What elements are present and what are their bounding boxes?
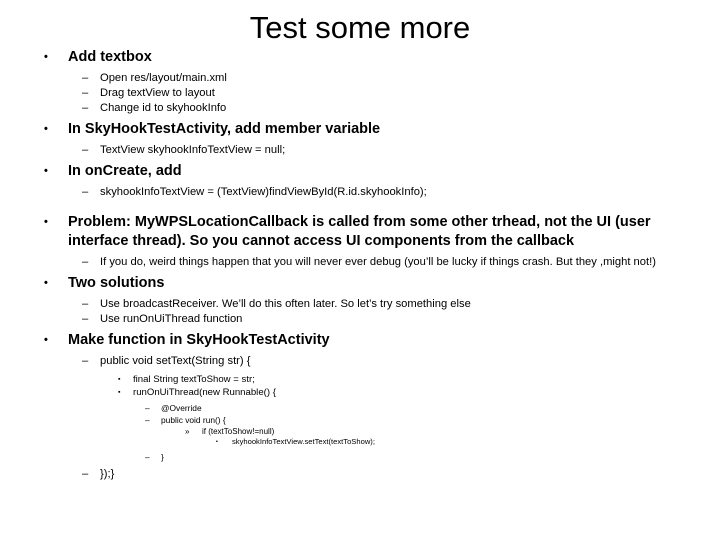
- bullet-level1: • Add textbox: [0, 48, 720, 67]
- bullet-marker-level1: •: [44, 277, 48, 289]
- bullet-marker-level2: –: [82, 355, 89, 367]
- bullet-marker-level1: •: [44, 334, 48, 346]
- bullet-level4: – }: [0, 452, 720, 464]
- bullet-marker-level1: •: [44, 165, 48, 177]
- bullet-level2: – });}: [0, 467, 720, 482]
- bullet-text: Add textbox: [68, 49, 152, 65]
- bullet-text: Change id to skyhookInfo: [100, 102, 227, 114]
- bullet-text: If you do, weird things happen that you …: [100, 256, 656, 268]
- bullet-marker-level2: –: [82, 298, 89, 310]
- bullet-level2: – Use runOnUiThread function: [0, 312, 720, 327]
- bullet-marker-level4: –: [145, 414, 150, 425]
- bullet-level2: – skyhookInfoTextView = (TextView)findVi…: [0, 185, 720, 200]
- bullet-level2: – If you do, weird things happen that yo…: [0, 255, 720, 270]
- bullet-level2: – TextView skyhookInfoTextView = null;: [0, 143, 720, 158]
- bullet-text: public void setText(String str) {: [100, 355, 251, 367]
- bullet-marker-level2: –: [82, 256, 89, 268]
- bullet-marker-level2: –: [82, 87, 89, 99]
- bullet-level1: • In onCreate, add: [0, 162, 720, 181]
- bullet-text: skyhookInfoTextView = (TextView)findView…: [100, 186, 427, 198]
- bullet-text: Drag textView to layout: [100, 87, 215, 99]
- bullet-level1: • Two solutions: [0, 274, 720, 293]
- bullet-level4: – public void run() {: [0, 415, 720, 427]
- bullet-level3: ▪ runOnUiThread(new Runnable() {: [0, 386, 720, 399]
- bullet-level1: • Make function in SkyHookTestActivity: [0, 331, 720, 350]
- bullet-text: Use broadcastReceiver. We’ll do this oft…: [100, 298, 471, 310]
- bullet-marker-level2: –: [82, 144, 89, 156]
- slide-title: Test some more: [249, 10, 471, 45]
- bullet-marker-level5: »: [185, 427, 190, 436]
- bullet-level2: – Drag textView to layout: [0, 86, 720, 101]
- slide-canvas: Test some more • Add textbox – Open res/…: [0, 0, 720, 540]
- bullet-marker-level1: •: [44, 123, 48, 135]
- bullet-marker-level2: –: [82, 72, 89, 84]
- bullet-text: Open res/layout/main.xml: [100, 72, 227, 84]
- bullet-level2: – public void setText(String str) {: [0, 354, 720, 369]
- bullet-marker-level4: –: [145, 403, 150, 413]
- bullet-text: });}: [100, 468, 115, 480]
- bullet-text: Two solutions: [68, 275, 165, 291]
- bullet-level4: – @Override: [0, 403, 720, 415]
- bullet-text: Use runOnUiThread function: [100, 313, 243, 325]
- bullet-text: final String textToShow = str;: [133, 374, 255, 385]
- bullet-marker-level2: –: [82, 468, 89, 480]
- bullet-text: if (textToShow!=null): [202, 427, 275, 436]
- bullet-marker-level2: –: [82, 313, 89, 325]
- bullet-text: skyhookInfoTextView.setText(textToShow);: [232, 437, 375, 446]
- bullet-text: @Override: [161, 403, 202, 413]
- bullet-level1: • Problem: MyWPSLocationCallback is call…: [0, 213, 720, 251]
- bullet-text: }: [161, 451, 164, 462]
- bullet-level2: – Open res/layout/main.xml: [0, 71, 720, 86]
- bullet-marker-level3: ▪: [118, 389, 121, 396]
- bullet-marker-level1: •: [44, 51, 48, 63]
- bullet-marker-level6: ▪: [216, 439, 218, 445]
- bullet-level5: » if (textToShow!=null): [0, 426, 720, 437]
- bullet-text: In onCreate, add: [68, 163, 182, 179]
- bullet-text: TextView skyhookInfoTextView = null;: [100, 144, 286, 156]
- bullet-marker-level3: ▪: [118, 376, 121, 383]
- bullet-marker-level2: –: [82, 102, 89, 114]
- bullet-text: public void run() {: [161, 414, 226, 425]
- bullet-text: In SkyHookTestActivity, add member varia…: [68, 121, 381, 137]
- bullet-level2: – Use broadcastReceiver. We’ll do this o…: [0, 297, 720, 312]
- bullet-marker-level4: –: [145, 451, 150, 462]
- bullet-text: Make function in SkyHookTestActivity: [68, 332, 330, 348]
- bullet-text: Problem: MyWPSLocationCallback is called…: [68, 214, 651, 249]
- bullet-level6: ▪ skyhookInfoTextView.setText(textToShow…: [0, 437, 720, 448]
- bullet-level3: ▪ final String textToShow = str;: [0, 373, 720, 386]
- bullet-marker-level1: •: [44, 216, 48, 228]
- bullet-level2: – Change id to skyhookInfo: [0, 101, 720, 116]
- slide-body: • Add textbox – Open res/layout/main.xml…: [0, 46, 720, 482]
- bullet-text: runOnUiThread(new Runnable() {: [133, 387, 276, 398]
- bullet-level1: • In SkyHookTestActivity, add member var…: [0, 120, 720, 139]
- bullet-marker-level2: –: [82, 186, 89, 198]
